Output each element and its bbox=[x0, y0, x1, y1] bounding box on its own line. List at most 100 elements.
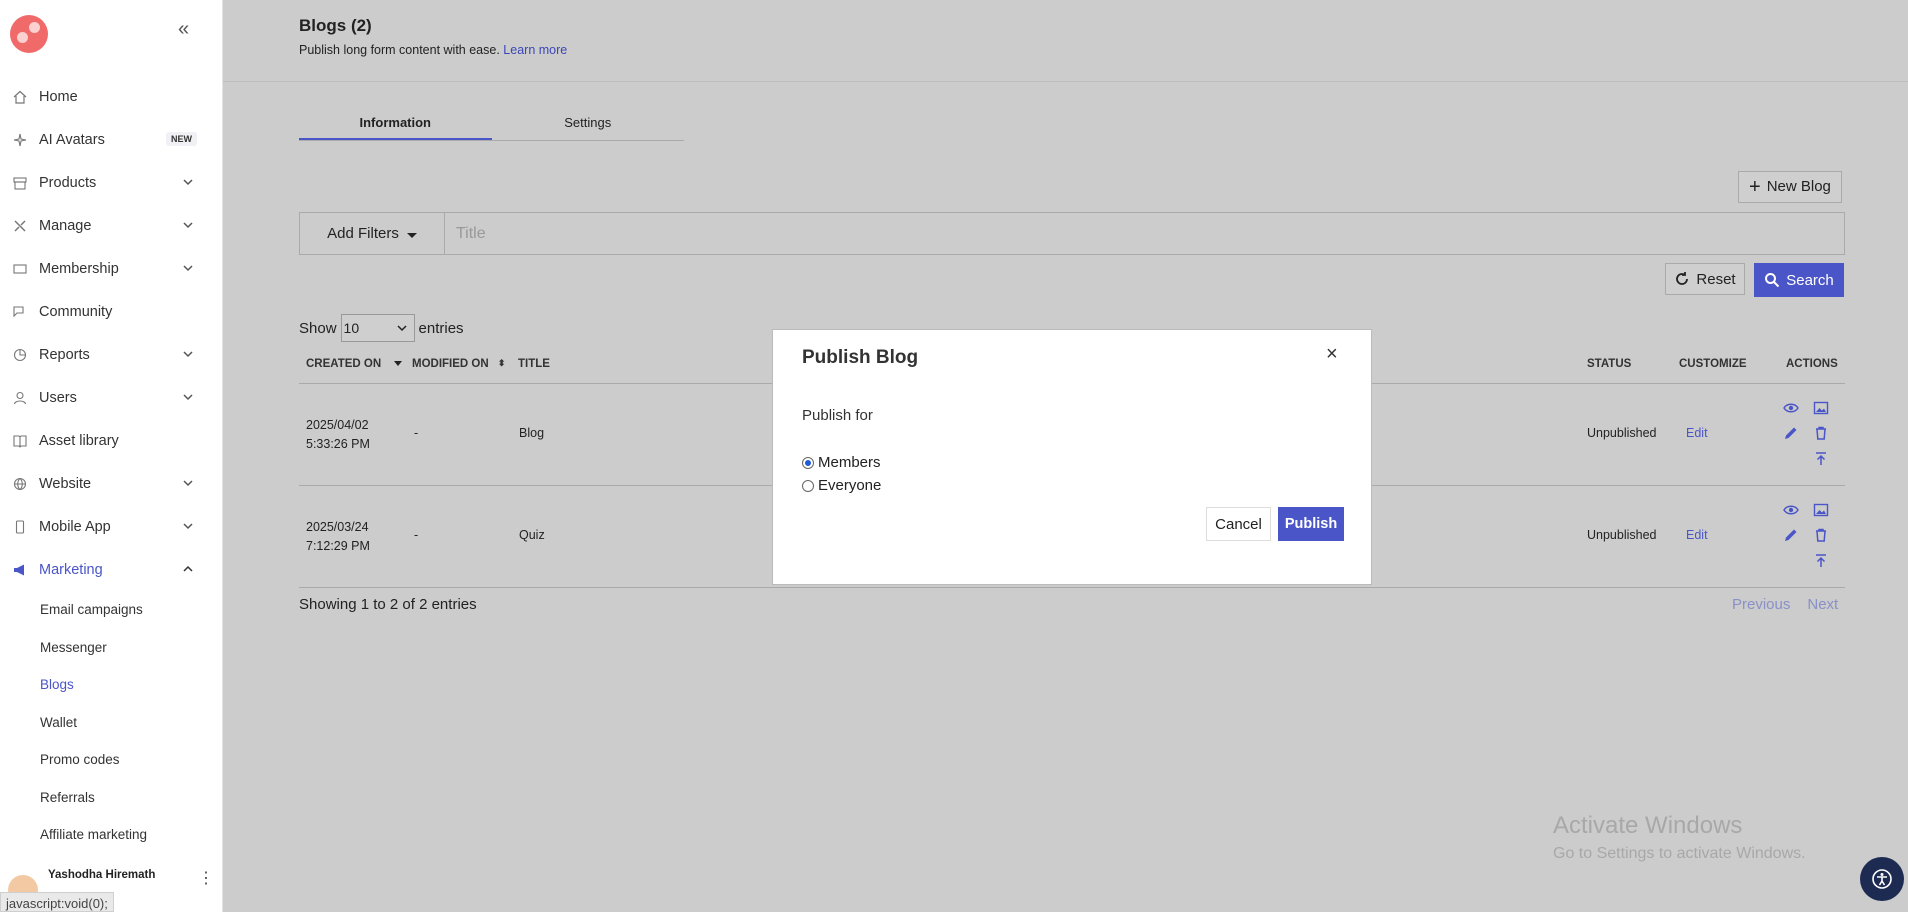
entries-length: Show 10 entries bbox=[299, 314, 464, 342]
chevron-up-icon[interactable] bbox=[181, 562, 195, 576]
ticket-icon bbox=[12, 261, 28, 277]
publish-button[interactable]: Publish bbox=[1278, 507, 1344, 541]
pagination: Previous Next bbox=[1732, 596, 1838, 613]
sidebar-subitem-referrals[interactable]: Referrals bbox=[0, 779, 223, 817]
created-date: 2025/03/24 bbox=[306, 520, 369, 534]
chevron-down-icon[interactable] bbox=[181, 175, 195, 189]
column-modified-on[interactable]: MODIFIED ON ⬍ bbox=[412, 358, 505, 370]
image-icon[interactable] bbox=[1813, 502, 1829, 518]
app-logo[interactable] bbox=[10, 15, 48, 53]
edit-link[interactable]: Edit bbox=[1686, 426, 1708, 440]
previous-button[interactable]: Previous bbox=[1732, 596, 1790, 613]
sidebar-subitem-email-campaigns[interactable]: Email campaigns bbox=[0, 591, 223, 629]
cancel-button[interactable]: Cancel bbox=[1206, 507, 1271, 541]
sidebar-item-asset-library[interactable]: Asset library bbox=[0, 419, 223, 462]
entries-select[interactable]: 10 bbox=[340, 314, 415, 342]
publish-upload-icon[interactable] bbox=[1813, 553, 1829, 569]
megaphone-icon bbox=[12, 562, 28, 578]
tab-information[interactable]: Information bbox=[299, 105, 492, 140]
created-on-cell: 2025/03/24 7:12:29 PM bbox=[306, 518, 370, 556]
search-label: Search bbox=[1786, 271, 1834, 289]
sidebar-item-users[interactable]: Users bbox=[0, 376, 223, 419]
caret-down-icon bbox=[406, 232, 417, 238]
sidebar-item-membership[interactable]: Membership bbox=[0, 247, 223, 290]
column-created-on[interactable]: CREATED ON bbox=[306, 358, 403, 370]
search-icon bbox=[1765, 273, 1780, 288]
globe-icon bbox=[12, 476, 28, 492]
publish-upload-icon[interactable] bbox=[1813, 451, 1829, 467]
eye-icon[interactable] bbox=[1783, 502, 1799, 518]
learn-more-link[interactable]: Learn more bbox=[503, 43, 567, 57]
created-date: 2025/04/02 bbox=[306, 418, 369, 432]
close-icon[interactable]: × bbox=[1326, 343, 1338, 366]
sidebar-subitem-promo-codes[interactable]: Promo codes bbox=[0, 741, 223, 779]
eye-icon[interactable] bbox=[1783, 400, 1799, 416]
show-label: Show bbox=[299, 319, 337, 337]
sidebar-item-products[interactable]: Products bbox=[0, 161, 223, 204]
column-title[interactable]: TITLE bbox=[518, 358, 550, 370]
created-time: 7:12:29 PM bbox=[306, 539, 370, 553]
chevron-down-icon[interactable] bbox=[181, 519, 195, 533]
sidebar-item-label: Reports bbox=[39, 346, 90, 363]
sidebar-item-label: Marketing bbox=[39, 561, 103, 578]
edit-link[interactable]: Edit bbox=[1686, 528, 1708, 542]
column-status[interactable]: STATUS bbox=[1587, 358, 1631, 370]
title-cell: Quiz bbox=[519, 528, 545, 542]
column-customize: CUSTOMIZE bbox=[1679, 358, 1747, 370]
sidebar-item-label: Home bbox=[39, 88, 78, 105]
collapse-sidebar-icon[interactable]: « bbox=[178, 18, 189, 41]
column-actions: ACTIONS bbox=[1786, 358, 1838, 370]
chevron-down-icon[interactable] bbox=[181, 390, 195, 404]
sidebar-subitem-messenger[interactable]: Messenger bbox=[0, 629, 223, 667]
sidebar-item-manage[interactable]: Manage bbox=[0, 204, 223, 247]
reset-label: Reset bbox=[1696, 270, 1736, 288]
pie-chart-icon bbox=[12, 347, 28, 363]
sidebar-item-reports[interactable]: Reports bbox=[0, 333, 223, 376]
tab-settings[interactable]: Settings bbox=[492, 105, 685, 140]
next-button[interactable]: Next bbox=[1807, 596, 1838, 613]
sidebar-item-mobile-app[interactable]: Mobile App bbox=[0, 505, 223, 548]
sidebar-item-community[interactable]: Community bbox=[0, 290, 223, 333]
image-icon[interactable] bbox=[1813, 400, 1829, 416]
add-filters-button[interactable]: Add Filters bbox=[300, 213, 445, 254]
radio-everyone[interactable] bbox=[802, 479, 814, 492]
sidebar-subitem-blogs[interactable]: Blogs bbox=[0, 666, 223, 704]
sidebar-item-home[interactable]: Home bbox=[0, 75, 223, 118]
search-button[interactable]: Search bbox=[1754, 263, 1844, 297]
accessibility-icon bbox=[1872, 869, 1892, 889]
pencil-icon[interactable] bbox=[1783, 527, 1799, 543]
sort-icon: ⬍ bbox=[497, 358, 506, 369]
modified-on-cell: - bbox=[414, 528, 419, 542]
trash-icon[interactable] bbox=[1813, 425, 1829, 441]
more-vertical-icon[interactable]: ⋮ bbox=[198, 868, 214, 888]
sidebar: « Home AI Avatars NEW Products Manage Me… bbox=[0, 0, 223, 912]
chevron-down-icon[interactable] bbox=[181, 476, 195, 490]
sidebar-subitem-affiliate-marketing[interactable]: Affiliate marketing bbox=[0, 816, 223, 854]
trash-icon[interactable] bbox=[1813, 527, 1829, 543]
sidebar-subitem-wallet[interactable]: Wallet bbox=[0, 704, 223, 742]
book-icon bbox=[12, 433, 28, 449]
sidebar-item-marketing[interactable]: Marketing bbox=[0, 548, 223, 591]
radio-option-everyone[interactable]: Everyone bbox=[802, 477, 881, 494]
user-icon bbox=[12, 390, 28, 406]
reset-button[interactable]: Reset bbox=[1665, 263, 1745, 295]
radio-option-members[interactable]: Members bbox=[802, 454, 881, 471]
sidebar-item-label: Community bbox=[39, 303, 113, 320]
chevron-down-icon[interactable] bbox=[181, 347, 195, 361]
chevron-down-icon[interactable] bbox=[181, 261, 195, 275]
chevron-down-icon[interactable] bbox=[181, 218, 195, 232]
accessibility-button[interactable] bbox=[1860, 857, 1904, 901]
box-icon bbox=[12, 175, 28, 191]
pencil-icon[interactable] bbox=[1783, 425, 1799, 441]
activate-windows-subtitle: Go to Settings to activate Windows. bbox=[1553, 845, 1806, 862]
created-time: 5:33:26 PM bbox=[306, 437, 370, 451]
page-header: Blogs (2) Publish long form content with… bbox=[223, 0, 1908, 82]
title-search-input[interactable] bbox=[445, 213, 1844, 254]
status-cell: Unpublished bbox=[1587, 426, 1657, 440]
page-subtitle: Publish long form content with ease. Lea… bbox=[299, 43, 567, 57]
sidebar-item-website[interactable]: Website bbox=[0, 462, 223, 505]
new-blog-button[interactable]: + New Blog bbox=[1738, 171, 1842, 203]
tabs: Information Settings bbox=[299, 105, 684, 141]
radio-members[interactable] bbox=[802, 456, 814, 469]
sidebar-item-ai-avatars[interactable]: AI Avatars NEW bbox=[0, 118, 223, 161]
